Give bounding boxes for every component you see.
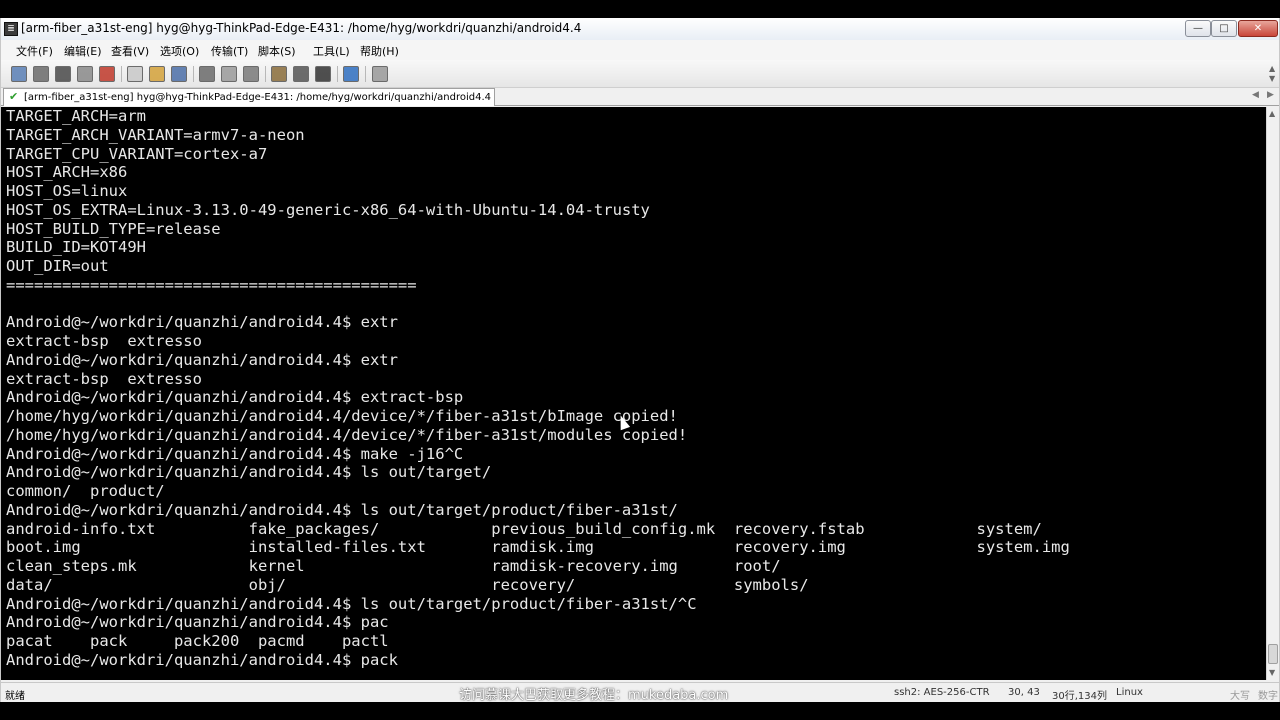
- reconnect-icon[interactable]: [55, 66, 71, 82]
- menu-view[interactable]: 查看(V): [111, 43, 149, 59]
- terminal-line: HOST_ARCH=x86: [6, 163, 128, 182]
- status-caps-lock: 大写: [1230, 691, 1250, 702]
- settings-icon[interactable]: [293, 66, 309, 82]
- page-icon[interactable]: [243, 66, 259, 82]
- toolbar-separator: [365, 66, 366, 82]
- terminal-line: OUT_DIR=out: [6, 257, 109, 275]
- menu-options[interactable]: 选项(O): [160, 43, 199, 59]
- toolbar-separator: [337, 66, 338, 82]
- new-session-icon[interactable]: [11, 66, 27, 82]
- terminal-line: TARGET_ARCH_VARIANT=armv7-a-neon: [6, 125, 305, 144]
- scroll-thumb[interactable]: [1268, 644, 1278, 664]
- terminal-line: HOST_BUILD_TYPE=release: [6, 219, 221, 238]
- terminal-text: TARGET_ARCH=arm TARGET_ARCH_VARIANT=armv7…: [6, 107, 1070, 670]
- maximize-button[interactable]: □: [1211, 20, 1237, 37]
- close-button[interactable]: ✕: [1238, 20, 1278, 37]
- terminal-line: data/ obj/ recovery/ symbols/: [6, 575, 809, 594]
- screen-bottom-letterbox: [0, 702, 1280, 720]
- terminal-line: TARGET_ARCH=arm: [6, 107, 146, 125]
- terminal-line: clean_steps.mk kernel ramdisk-recovery.i…: [6, 557, 781, 575]
- terminal-line: Android@~/workdri/quanzhi/android4.4$ ls…: [6, 463, 492, 482]
- terminal-line: Android@~/workdri/quanzhi/android4.4$ pa…: [6, 613, 389, 632]
- title-bar[interactable]: ≣ [arm-fiber_a31st-eng] hyg@hyg-ThinkPad…: [1, 18, 1279, 40]
- status-terminal-type: Linux: [1116, 687, 1143, 698]
- toolbar-separator: [121, 66, 122, 82]
- status-dimensions: 30行,134列: [1052, 691, 1107, 702]
- status-bar: 就绪 访问慕课大巴获取更多教程：mukedaba.com ssh2: AES-2…: [1, 682, 1279, 703]
- terminal-line: Android@~/workdri/quanzhi/android4.4$ ex…: [6, 350, 398, 369]
- terminal-line: boot.img installed-files.txt ramdisk.img…: [6, 538, 1070, 557]
- terminal-line: pacat pack pack200 pacmd pactl: [6, 632, 389, 650]
- session-tab-bar: ✔ [arm-fiber_a31st-eng] hyg@hyg-ThinkPad…: [1, 88, 1279, 106]
- terminal-line: common/ product/: [6, 482, 165, 500]
- screenshot-icon[interactable]: [372, 66, 388, 82]
- tab-label: [arm-fiber_a31st-eng] hyg@hyg-ThinkPad-E…: [24, 92, 491, 103]
- transfer-icon[interactable]: [271, 66, 287, 82]
- menu-script[interactable]: 脚本(S): [258, 43, 296, 59]
- terminal-line: Android@~/workdri/quanzhi/android4.4$ ex…: [6, 313, 398, 332]
- keymap-icon[interactable]: [315, 66, 331, 82]
- window-title: [arm-fiber_a31st-eng] hyg@hyg-ThinkPad-E…: [21, 21, 582, 35]
- status-ready: 就绪: [5, 691, 25, 702]
- status-cipher: ssh2: AES-256-CTR: [894, 687, 990, 698]
- terminal-line: BUILD_ID=KOT49H: [6, 238, 146, 257]
- terminal-line: HOST_OS_EXTRA=Linux-3.13.0-49-generic-x8…: [6, 200, 650, 219]
- menu-edit[interactable]: 编辑(E): [64, 43, 102, 59]
- toolbar-overflow-icon[interactable]: ▲ ▼: [1269, 64, 1277, 84]
- menu-file[interactable]: 文件(F): [16, 43, 53, 59]
- screen-top-letterbox: [0, 0, 1280, 18]
- toolbar-separator: [265, 66, 266, 82]
- terminal-line: /home/hyg/workdri/quanzhi/android4.4/dev…: [6, 425, 688, 444]
- print-setup-icon[interactable]: [221, 66, 237, 82]
- watermark-text: 访问慕课大巴获取更多教程：mukedaba.com: [459, 688, 729, 703]
- terminal-line: extract-bsp extresso: [6, 369, 202, 388]
- paste-icon[interactable]: [149, 66, 165, 82]
- connected-check-icon: ✔: [9, 90, 19, 103]
- minimize-button[interactable]: —: [1185, 20, 1211, 37]
- clone-session-icon[interactable]: [77, 66, 93, 82]
- tab-next-icon[interactable]: ▶: [1267, 90, 1274, 100]
- terminal-line: ========================================…: [6, 275, 417, 294]
- terminal-line: Android@~/workdri/quanzhi/android4.4$ ls…: [6, 594, 697, 613]
- terminal-output[interactable]: TARGET_ARCH=arm TARGET_ARCH_VARIANT=armv7…: [1, 107, 1266, 680]
- terminal-line: Android@~/workdri/quanzhi/android4.4$ pa…: [6, 650, 398, 669]
- disconnect-icon[interactable]: [99, 66, 115, 82]
- print-icon[interactable]: [199, 66, 215, 82]
- terminal-line: android-info.txt fake_packages/ previous…: [6, 519, 1042, 538]
- securecrt-window: ≣ [arm-fiber_a31st-eng] hyg@hyg-ThinkPad…: [0, 18, 1280, 703]
- menu-bar: 文件(F) 编辑(E) 查看(V) 选项(O) 传输(T) 脚本(S) 工具(L…: [1, 40, 1279, 60]
- scroll-up-icon[interactable]: ▲: [1269, 109, 1275, 118]
- menu-tools[interactable]: 工具(L): [313, 43, 350, 59]
- toolbar-separator: [193, 66, 194, 82]
- help-icon[interactable]: [343, 66, 359, 82]
- vertical-scrollbar[interactable]: ▲ ▼: [1266, 107, 1279, 680]
- terminal-app-icon: ≣: [4, 22, 18, 36]
- terminal-line: TARGET_CPU_VARIANT=cortex-a7: [6, 144, 268, 163]
- toolbar: ▲ ▼: [1, 60, 1279, 88]
- copy-icon[interactable]: [127, 66, 143, 82]
- menu-help[interactable]: 帮助(H): [360, 43, 399, 59]
- terminal-line: HOST_OS=linux: [6, 182, 128, 200]
- terminal-line: extract-bsp extresso: [6, 332, 202, 350]
- tab-session[interactable]: ✔ [arm-fiber_a31st-eng] hyg@hyg-ThinkPad…: [3, 88, 495, 106]
- terminal-line: Android@~/workdri/quanzhi/android4.4$ ex…: [6, 388, 464, 407]
- terminal-line: /home/hyg/workdri/quanzhi/android4.4/dev…: [6, 407, 678, 425]
- terminal-line: Android@~/workdri/quanzhi/android4.4$ ls…: [6, 500, 678, 519]
- menu-transfer[interactable]: 传输(T): [211, 43, 248, 59]
- status-cursor-position: 30, 43: [1008, 687, 1040, 698]
- scroll-down-icon[interactable]: ▼: [1269, 668, 1275, 677]
- find-icon[interactable]: [171, 66, 187, 82]
- terminal-line: Android@~/workdri/quanzhi/android4.4$ ma…: [6, 444, 464, 463]
- tab-prev-icon[interactable]: ◀: [1252, 90, 1259, 100]
- open-session-icon[interactable]: [33, 66, 49, 82]
- status-num-lock: 数字: [1258, 691, 1278, 702]
